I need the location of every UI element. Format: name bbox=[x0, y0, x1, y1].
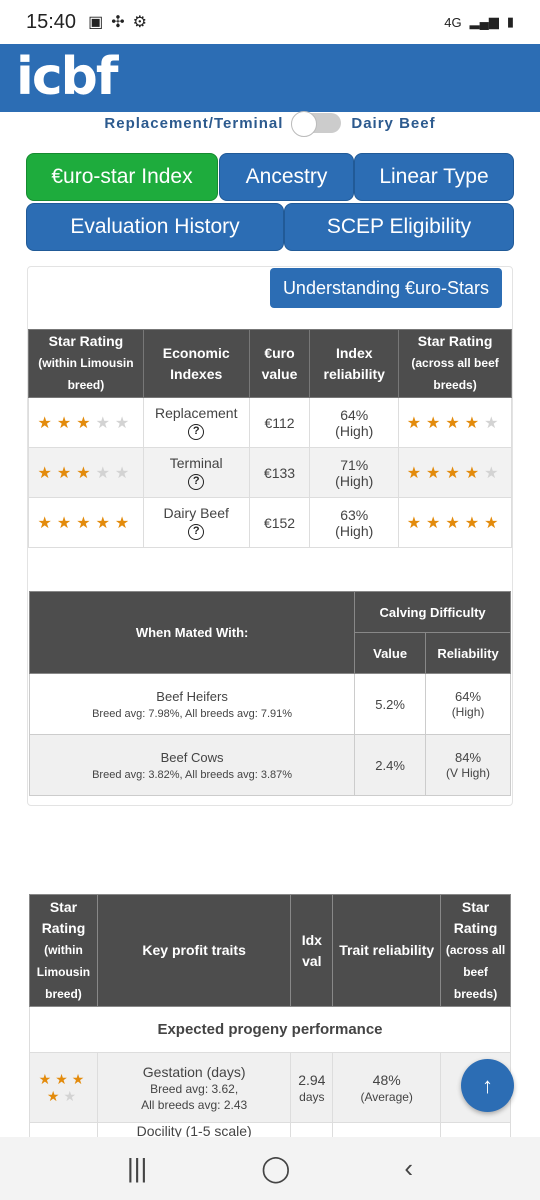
help-icon[interactable]: ? bbox=[188, 474, 205, 490]
stars-across-dairy-beef: ★★★★★ bbox=[398, 497, 512, 548]
toggle-label-left: Replacement/Terminal bbox=[104, 114, 284, 132]
idx-unit: days bbox=[299, 1089, 325, 1104]
euro-star-index-table: Star Rating (within Limousin breed) Econo… bbox=[28, 329, 512, 548]
trait-name: Gestation (days) bbox=[142, 1063, 246, 1080]
toggle-label-right: Dairy Beef bbox=[351, 114, 436, 132]
reliability: 64% bbox=[340, 406, 369, 423]
index-toggle-row: Replacement/Terminal Dairy Beef bbox=[0, 111, 540, 137]
reliability: 84% bbox=[455, 750, 482, 765]
table-row: ★★★ ★★ Gestation (days) Breed avg: 3.62, … bbox=[29, 1052, 511, 1123]
reliability: 71% bbox=[340, 456, 369, 473]
calving-value: 2.4% bbox=[354, 734, 427, 796]
home-icon[interactable]: ◯ bbox=[261, 1153, 290, 1184]
signal-icon: ▂▄▆ bbox=[469, 14, 499, 29]
help-icon[interactable]: ? bbox=[188, 424, 205, 440]
breed-avg: Breed avg: 3.62, bbox=[150, 1081, 239, 1096]
mated-name: Beef Heifers bbox=[156, 688, 228, 704]
reliability-level: (High) bbox=[335, 472, 374, 489]
breed-avg: Breed avg: 3.82%, All breeds avg: 3.87% bbox=[92, 768, 293, 781]
index-name: Dairy Beef bbox=[163, 505, 229, 521]
header-key-profit-traits: Key profit traits bbox=[96, 894, 292, 1007]
index-name: Terminal bbox=[169, 455, 223, 471]
gallery-icon: ▣ bbox=[88, 14, 104, 31]
stars-within-gestation: ★★★ ★★ bbox=[29, 1052, 98, 1123]
reliability: 64% bbox=[455, 689, 482, 704]
tab-linear-type[interactable]: Linear Type bbox=[354, 153, 514, 201]
header-when-mated: When Mated With: bbox=[28, 591, 356, 674]
scroll-to-top-button[interactable]: ↑ bbox=[461, 1059, 514, 1112]
reliability-level: (Average) bbox=[360, 1089, 413, 1104]
header-star-across: Star Rating (across all beef breeds) bbox=[398, 329, 512, 398]
back-icon[interactable]: ‹ bbox=[404, 1153, 413, 1184]
stars-across-terminal: ★★★★★ bbox=[398, 447, 512, 498]
settings-icon: ⚙ bbox=[132, 14, 147, 31]
stars-within-dairy-beef: ★★★★★ bbox=[28, 497, 144, 548]
tab-ancestry[interactable]: Ancestry bbox=[219, 153, 354, 201]
table-group-row: Expected progeny performance bbox=[29, 1006, 511, 1053]
reliability-level: (High) bbox=[451, 705, 485, 719]
header-value: Value bbox=[354, 632, 427, 674]
system-nav-bar: ||| ◯ ‹ bbox=[0, 1137, 540, 1200]
tab-evaluation-history[interactable]: Evaluation History bbox=[26, 203, 284, 251]
mated-name: Beef Cows bbox=[160, 749, 224, 765]
header-reliability: Reliability bbox=[425, 632, 511, 674]
arrow-up-icon: ↑ bbox=[482, 1072, 493, 1098]
status-time: 15:40 bbox=[26, 10, 77, 33]
reliability-level: (V High) bbox=[446, 766, 491, 780]
header-calving-difficulty: Calving Difficulty bbox=[354, 591, 511, 633]
reliability-level: (High) bbox=[335, 422, 374, 439]
all-breeds-avg: All breeds avg: 2.43 bbox=[141, 1097, 248, 1112]
status-right: 4G ▂▄▆ ▮ bbox=[444, 14, 514, 30]
table-row: ★★★★★ Dairy Beef? €152 63% (High) ★★★★★ bbox=[28, 497, 512, 548]
icbf-logo[interactable]: icbf bbox=[16, 51, 118, 103]
stars-within-replacement: ★★★★★ bbox=[28, 397, 144, 448]
header-idx-val: Idx val bbox=[290, 894, 334, 1007]
euro-value: €152 bbox=[248, 497, 311, 548]
euro-value: €112 bbox=[248, 397, 311, 448]
euro-value: €133 bbox=[248, 447, 311, 498]
stars-within-terminal: ★★★★★ bbox=[28, 447, 144, 498]
table-row: ★★★★★ Terminal? €133 71% (High) ★★★★★ bbox=[28, 447, 512, 498]
battery-icon: ▮ bbox=[506, 14, 514, 29]
understanding-euro-stars-button[interactable]: Understanding €uro-Stars bbox=[270, 268, 502, 308]
header-star-within: Star Rating (within Limousin breed) bbox=[29, 894, 98, 1007]
breed-avg: Breed avg: 7.98%, All breeds avg: 7.91% bbox=[92, 707, 293, 720]
status-icons: ▣ ✣ ⚙ bbox=[88, 12, 147, 32]
help-icon[interactable]: ? bbox=[188, 524, 205, 540]
recent-apps-icon[interactable]: ||| bbox=[127, 1153, 147, 1184]
pinwheel-icon: ✣ bbox=[111, 14, 125, 31]
calving-difficulty-table: When Mated With: Calving Difficulty Valu… bbox=[28, 591, 511, 796]
replacement-dairy-toggle[interactable] bbox=[291, 111, 342, 137]
stars-across-replacement: ★★★★★ bbox=[398, 397, 512, 448]
idx-value: 2.94 bbox=[298, 1071, 326, 1088]
key-profit-traits-table: Star Rating (within Limousin breed) Key p… bbox=[29, 894, 511, 1143]
status-bar: 15:40 ▣ ✣ ⚙ 4G ▂▄▆ ▮ bbox=[0, 0, 540, 44]
table-row: Beef Heifers Breed avg: 7.98%, All breeds… bbox=[28, 673, 511, 735]
tab-euro-star-index[interactable]: €uro-star Index bbox=[26, 153, 218, 201]
tab-scep-eligibility[interactable]: SCEP Eligibility bbox=[284, 203, 514, 251]
header-star-across: Star Rating (across all beef breeds) bbox=[440, 894, 511, 1007]
group-title: Expected progeny performance bbox=[29, 1006, 511, 1053]
network-label: 4G bbox=[444, 14, 462, 30]
calving-value: 5.2% bbox=[354, 673, 427, 735]
app-header: icbf bbox=[0, 44, 540, 112]
header-index-reliability: Index reliability bbox=[309, 329, 400, 398]
reliability-level: (High) bbox=[335, 522, 374, 539]
reliability: 63% bbox=[340, 506, 369, 523]
table-row: Beef Cows Breed avg: 3.82%, All breeds av… bbox=[28, 734, 511, 796]
header-star-within: Star Rating (within Limousin breed) bbox=[28, 329, 144, 398]
index-name: Replacement bbox=[154, 405, 238, 421]
header-economic-indexes: Economic Indexes bbox=[142, 329, 250, 398]
table-row: ★★★★★ Replacement? €112 64% (High) ★★★★★ bbox=[28, 397, 512, 448]
reliability: 48% bbox=[372, 1071, 401, 1088]
header-euro-value: €uro value bbox=[248, 329, 311, 398]
header-trait-reliability: Trait reliability bbox=[332, 894, 442, 1007]
